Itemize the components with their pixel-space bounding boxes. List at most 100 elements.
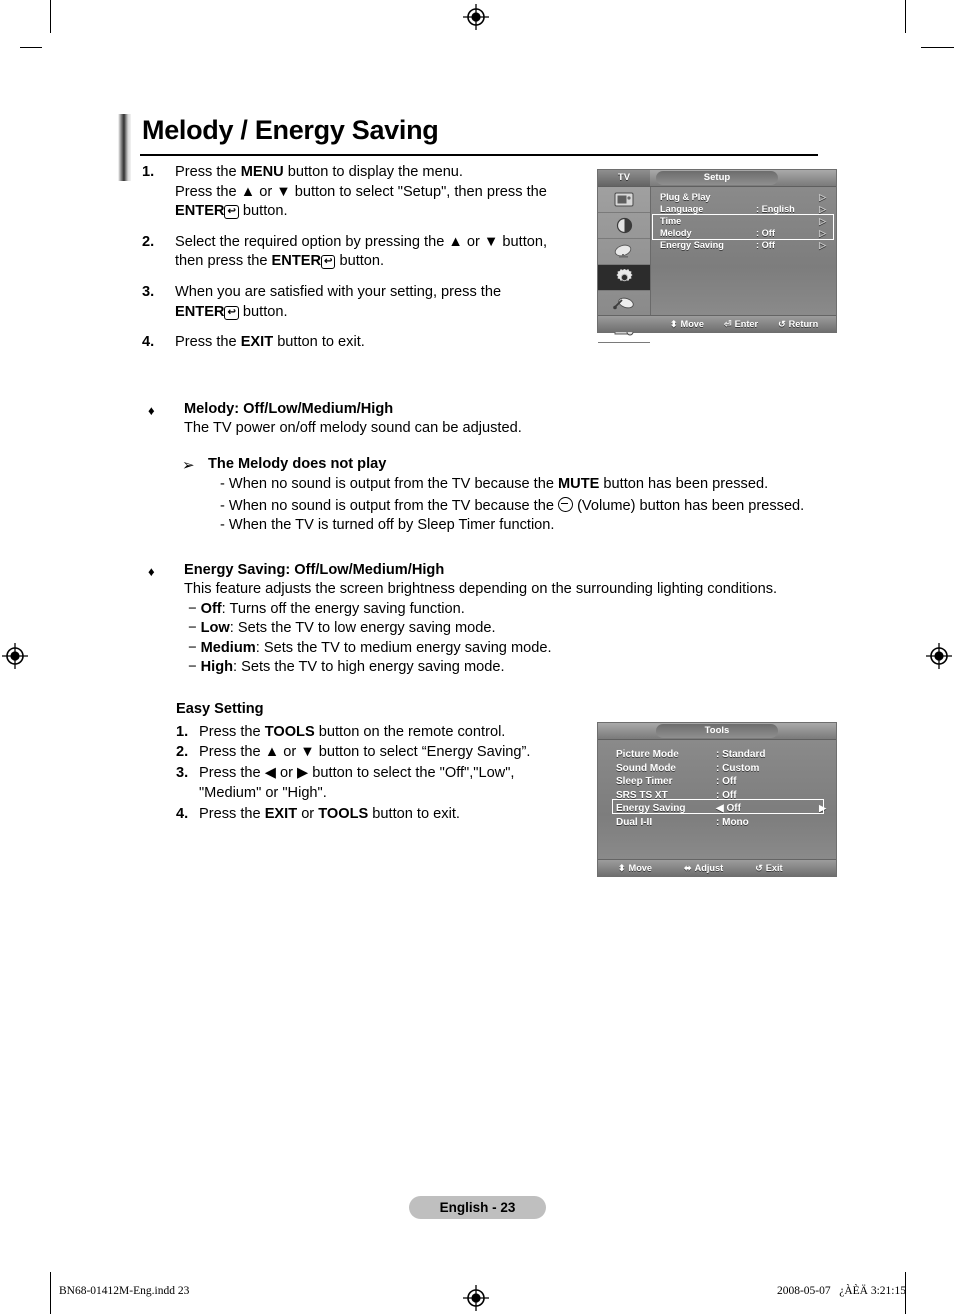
step-number: 1.: [142, 164, 155, 180]
osd-tools-titlebar: Tools: [598, 723, 836, 740]
step-text-part: Press the: [175, 334, 241, 351]
step-number: 2.: [142, 233, 155, 250]
volume-minus-icon: [558, 496, 574, 512]
osd-footer-return[interactable]: ↺ Return: [778, 319, 818, 330]
footer-label: Exit: [765, 863, 783, 873]
osd-tools-footer: ⬍ Move ⬌ Adjust ↺ Exit: [598, 859, 836, 876]
registration-mark-left: [2, 643, 28, 669]
osd-row-energy-saving[interactable]: Energy Saving : Off ▷: [651, 239, 836, 251]
enter-keyword: ENTER: [175, 203, 225, 220]
exit-keyword: EXIT: [240, 334, 274, 351]
arrow-left-icon[interactable]: ◀: [716, 803, 724, 814]
osd-row-time[interactable]: Time ▷: [651, 215, 836, 227]
setup-gear-icon[interactable]: [598, 265, 650, 291]
step-text-part: button on the remote control.: [314, 723, 506, 740]
move-leftright-icon: ⬌: [684, 862, 692, 873]
main-steps-list: 1. Press the MENU button to display the …: [142, 163, 582, 364]
crop-mark-top-right-vertical: [905, 0, 906, 33]
osd-setup-rows: Plug & Play ▷ Language : English ▷ Time …: [651, 187, 836, 315]
row-value-text: Off: [726, 803, 741, 815]
energy-saving-heading: Energy Saving: Off/Low/Medium/High: [184, 562, 445, 578]
arrow-right-icon[interactable]: ▶: [819, 803, 826, 814]
osd-footer-move[interactable]: ⬍ Move: [618, 863, 652, 874]
row-value: : Mono: [716, 816, 749, 828]
footer-label: Enter: [734, 319, 759, 329]
energy-saving-description: This feature adjusts the screen brightne…: [184, 581, 778, 598]
melody-note-list: - When no sound is output from the TV be…: [184, 475, 828, 535]
osd-footer-adjust[interactable]: ⬌ Adjust: [684, 863, 723, 874]
enter-keyword: ENTER: [271, 253, 322, 270]
osd-row-plug-and-play[interactable]: Plug & Play ▷: [651, 191, 836, 203]
enter-keyword: ENTER: [175, 303, 225, 320]
title-divider: [140, 154, 818, 156]
osd-footer-exit[interactable]: ↺ Exit: [755, 863, 782, 874]
option-name: Low: [200, 620, 230, 637]
melody-section: ♦ Melody: Off/Low/Medium/High The TV pow…: [148, 400, 828, 535]
list-item: 2. Select the required option by pressin…: [142, 233, 582, 272]
osd-tools-title: Tools: [656, 724, 778, 738]
chevron-right-icon: ▷: [819, 227, 826, 238]
list-item: - When no sound is output from the TV be…: [220, 495, 828, 516]
osd-row-dual-i-ii[interactable]: Dual I-II : Mono: [598, 816, 836, 830]
step-text-part: button to display the menu.: [283, 164, 463, 180]
option-desc: : Sets the TV to low energy saving mode.: [229, 620, 496, 637]
dash-icon: −: [188, 620, 197, 637]
step-text: Press the EXIT or TOOLS button to exit.: [199, 804, 460, 825]
enter-icon: ⏎: [724, 318, 732, 329]
dash-icon: −: [188, 639, 197, 656]
osd-row-sleep-timer[interactable]: Sleep Timer : Off: [598, 775, 836, 789]
picture-icon[interactable]: [598, 187, 650, 213]
list-item: 1. Press the MENU button to display the …: [142, 163, 582, 222]
melody-heading: Melody: Off/Low/Medium/High: [184, 401, 394, 417]
step-text-part: Press the: [199, 723, 265, 740]
osd-row-picture-mode[interactable]: Picture Mode : Standard: [598, 748, 836, 762]
crop-mark-top-left-vertical: [50, 0, 51, 33]
easy-setting-title: Easy Setting: [176, 701, 264, 717]
step-text-part: Select the required option by pressing t…: [175, 233, 548, 250]
channel-icon[interactable]: [598, 239, 650, 265]
osd-row-language[interactable]: Language : English ▷: [651, 203, 836, 215]
osd-row-srs-ts-xt[interactable]: SRS TS XT : Off: [598, 789, 836, 803]
crop-mark-top-left-horizontal: [20, 47, 42, 48]
option-desc: : Turns off the energy saving function.: [221, 600, 465, 617]
row-value: ◀ Off: [716, 803, 836, 814]
print-filename: BN68-01412M-Eng.indd 23: [59, 1285, 190, 1297]
osd-row-melody[interactable]: Melody : Off ▷: [651, 227, 836, 239]
page-title-block: Melody / Energy Saving: [118, 114, 818, 181]
step-text: When you are satisfied with your setting…: [175, 283, 582, 322]
chevron-right-icon: ▷: [819, 203, 826, 214]
osd-setup-menu: TV Setup Plug & Play ▷ Language: Englis…: [597, 169, 837, 343]
osd-row-sound-mode[interactable]: Sound Mode : Custom: [598, 762, 836, 776]
list-item: - When no sound is output from the TV be…: [220, 475, 828, 494]
osd-setup-titlebar: TV Setup: [598, 170, 836, 187]
list-item: 1. Press the TOOLS button on the remote …: [176, 722, 576, 743]
list-item: − High: Sets the TV to high energy savin…: [184, 658, 828, 677]
osd-footer-move[interactable]: ⬍ Move: [670, 319, 704, 330]
row-label: Sleep Timer: [616, 776, 673, 788]
input-icon[interactable]: [598, 291, 650, 317]
list-item: − Off: Turns off the energy saving funct…: [184, 600, 828, 619]
menu-button-keyword: MENU: [240, 164, 284, 180]
row-label: Language: [660, 204, 704, 214]
move-updown-icon: ⬍: [618, 862, 626, 873]
dash-icon: −: [188, 659, 197, 676]
row-label: Energy Saving: [616, 803, 686, 815]
osd-tv-tag: TV: [598, 170, 650, 186]
step-text-part: Press the ◀ or ▶ button to select the "O…: [199, 764, 515, 781]
option-desc: : Sets the TV to high energy saving mode…: [233, 659, 505, 676]
registration-mark-right: [926, 643, 952, 669]
sound-icon[interactable]: [598, 213, 650, 239]
enter-icon: ↩: [224, 305, 239, 320]
step-text-part: button.: [335, 253, 385, 270]
note-text-part: (Volume) button has been pressed.: [573, 497, 805, 514]
step-text-part: Press the: [175, 164, 241, 180]
chevron-right-icon: ▷: [819, 191, 826, 202]
step-text: Press the ▲ or ▼ button to select “Energ…: [199, 744, 531, 760]
osd-footer-enter[interactable]: ⏎ Enter: [724, 319, 758, 330]
document-page: Melody / Energy Saving 1. Press the MENU…: [0, 0, 954, 1314]
osd-row-energy-saving[interactable]: Energy Saving ◀ Off ▶: [598, 802, 836, 816]
exit-keyword: EXIT: [264, 805, 298, 822]
row-value: : Standard: [716, 749, 766, 761]
list-item: 4. Press the EXIT or TOOLS button to exi…: [176, 804, 576, 825]
melody-description: The TV power on/off melody sound can be …: [184, 420, 522, 437]
